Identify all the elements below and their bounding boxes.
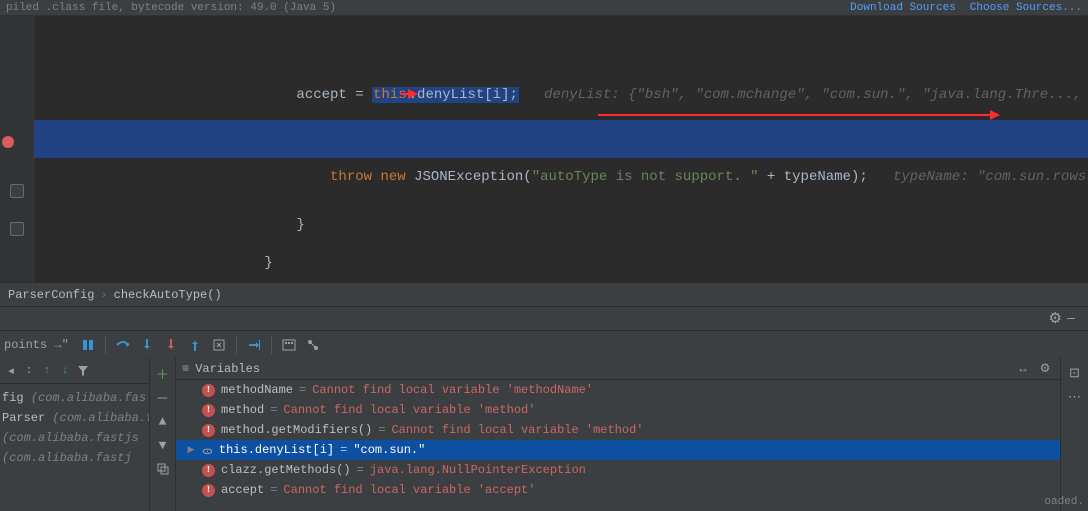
watch-toolbar: ＋ － ▲ ▼ — [150, 358, 176, 511]
run-to-cursor-icon[interactable] — [243, 334, 265, 356]
trace-icon[interactable] — [302, 334, 324, 356]
show-execution-point-icon[interactable] — [77, 334, 99, 356]
debug-toolbar: points →" — [0, 330, 1088, 358]
bytecode-info: piled .class file, bytecode version: 49.… — [6, 2, 850, 14]
hamburger-icon[interactable]: ≡ — [182, 362, 189, 376]
restore-icon[interactable]: ⊡ — [1066, 362, 1084, 384]
download-sources-link[interactable]: Download Sources — [850, 2, 956, 14]
annotation-arrow-icon — [598, 114, 998, 116]
variables-title: Variables — [195, 362, 260, 376]
up-icon[interactable]: ↑ — [38, 360, 56, 382]
variable-row[interactable]: ! method = Cannot find local variable 'm… — [176, 400, 1060, 420]
move-up-icon[interactable]: ▲ — [152, 410, 174, 432]
gear-icon[interactable]: ⚙ — [1036, 358, 1054, 380]
evaluate-expression-icon[interactable] — [278, 334, 300, 356]
editor-notice-bar: piled .class file, bytecode version: 49.… — [0, 0, 1088, 16]
editor-gutter[interactable] — [0, 16, 34, 282]
drop-frame-icon[interactable] — [208, 334, 230, 356]
variable-row[interactable]: ! accept = Cannot find local variable 'a… — [176, 480, 1060, 500]
more-icon[interactable]: ⋯ — [1066, 386, 1084, 408]
remove-watch-icon[interactable]: － — [152, 386, 174, 408]
variables-pane[interactable]: ≡ Variables ↔ ⚙ ! methodName = Cannot fi… — [176, 358, 1060, 511]
hide-icon[interactable]: — — [1062, 308, 1080, 330]
code-line[interactable]: } — [34, 168, 1088, 206]
code-line[interactable]: } — [34, 206, 1088, 244]
move-down-icon[interactable]: ▼ — [152, 434, 174, 456]
gear-icon[interactable]: ⚙ — [1049, 309, 1062, 328]
watch-icon: ᯣ — [202, 443, 213, 458]
error-icon: ! — [202, 484, 215, 497]
error-icon: ! — [202, 404, 215, 417]
breadcrumb[interactable]: ParserConfig › checkAutoType() — [0, 282, 1088, 306]
fold-handle-icon[interactable] — [10, 222, 24, 236]
variable-row-selected[interactable]: ▶ ᯣ this.denyList[i] = "com.sun." — [176, 440, 1060, 460]
duplicate-icon[interactable] — [152, 458, 174, 480]
fold-handle-icon[interactable] — [10, 184, 24, 198]
error-icon: ! — [202, 424, 215, 437]
choose-sources-link[interactable]: Choose Sources... — [970, 2, 1082, 14]
right-edge-toolbar: ⊡ ⋯ — [1060, 358, 1088, 511]
frame-item[interactable]: Parser — [2, 411, 52, 425]
debug-lower-panes: ◂ : ↑ ↓ fig (com.alibaba.fas Parser (com… — [0, 358, 1088, 511]
chevron-right-icon: › — [100, 288, 107, 302]
code-line[interactable]: if (className.startsWith(accept)) { clas… — [34, 80, 1088, 118]
variable-row[interactable]: ! clazz.getMethods() = java.lang.NullPoi… — [176, 460, 1060, 480]
error-icon: ! — [202, 384, 215, 397]
code-line[interactable]: accept = this.denyList[i]; denyList: {"b… — [34, 38, 1088, 76]
breadcrumb-method[interactable]: checkAutoType() — [114, 288, 222, 302]
step-over-icon[interactable] — [112, 334, 134, 356]
separator — [105, 336, 106, 354]
frame-item[interactable]: fig — [2, 391, 31, 405]
expand-triangle-icon[interactable]: ▶ — [186, 445, 196, 455]
error-icon: ! — [202, 464, 215, 477]
separator — [236, 336, 237, 354]
filter-icon[interactable] — [74, 360, 92, 382]
force-step-into-icon[interactable] — [160, 334, 182, 356]
debug-panel-header: ⚙ — — [0, 306, 1088, 330]
down-icon[interactable]: ↓ — [56, 360, 74, 382]
status-text: oaded. — [1044, 493, 1084, 511]
code-editor[interactable]: accept = this.denyList[i]; denyList: {"b… — [0, 16, 1088, 282]
frames-pane[interactable]: ◂ : ↑ ↓ fig (com.alibaba.fas Parser (com… — [0, 358, 150, 511]
code-line-current[interactable]: throw new JSONException("autoType is not… — [34, 120, 1088, 158]
restore-layout-icon[interactable]: ↔ — [1014, 358, 1032, 380]
breadcrumb-class[interactable]: ParserConfig — [8, 288, 94, 302]
variable-row[interactable]: ! method.getModifiers() = Cannot find lo… — [176, 420, 1060, 440]
step-out-icon[interactable] — [184, 334, 206, 356]
points-label: points →" — [4, 338, 69, 352]
breakpoint-icon[interactable] — [2, 136, 14, 148]
next-frame-icon[interactable]: : — [20, 360, 38, 382]
separator — [271, 336, 272, 354]
step-into-icon[interactable] — [136, 334, 158, 356]
add-watch-icon[interactable]: ＋ — [152, 362, 174, 384]
prev-frame-icon[interactable]: ◂ — [2, 360, 20, 382]
variable-row[interactable]: ! methodName = Cannot find local variabl… — [176, 380, 1060, 400]
